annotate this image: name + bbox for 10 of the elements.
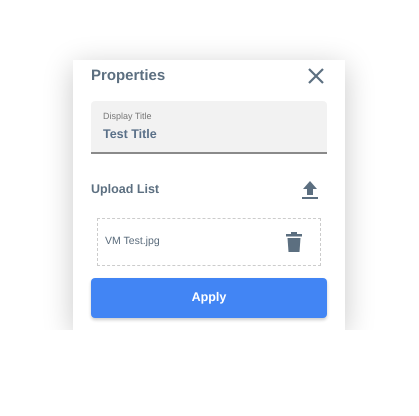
upload-list-heading: Upload List — [91, 181, 160, 198]
upload-icon[interactable] — [301, 180, 319, 200]
field-label: Display Title — [103, 110, 153, 123]
panel-title: Properties — [91, 66, 166, 86]
close-icon — [307, 67, 325, 86]
apply-button[interactable]: Apply — [91, 278, 327, 318]
field-value: Test Title — [103, 126, 158, 143]
display-title-field[interactable]: Display Title Test Title — [91, 100, 327, 154]
file-name: VM Test.jpg — [105, 234, 160, 249]
delete-icon[interactable] — [286, 232, 302, 252]
